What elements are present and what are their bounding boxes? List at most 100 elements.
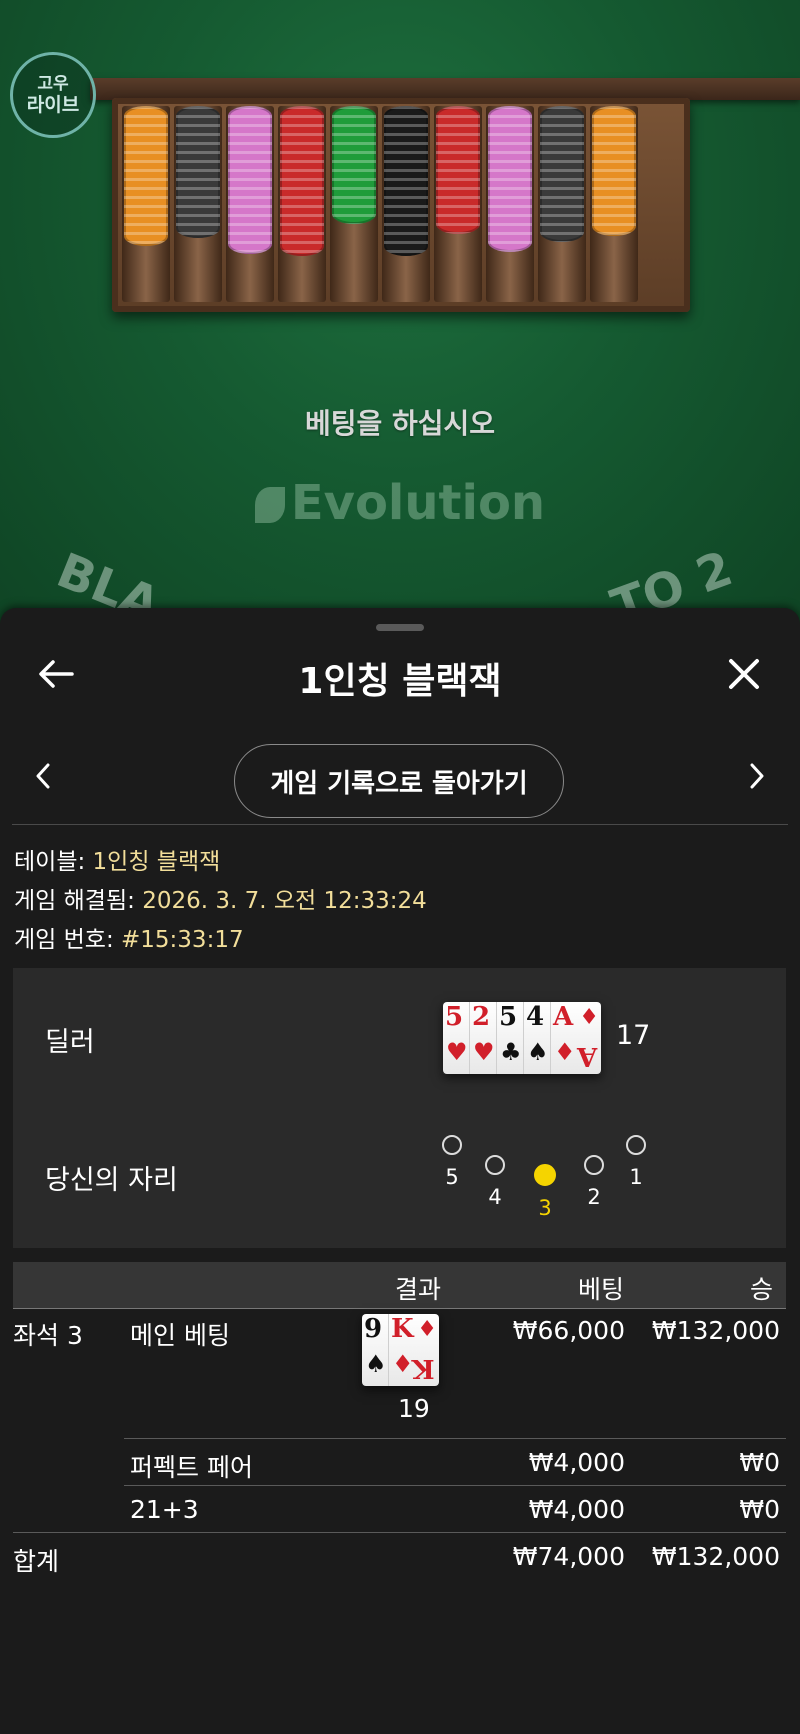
chevron-left-icon: [36, 763, 50, 789]
seat-dot: [626, 1135, 646, 1155]
sheet-drag-handle[interactable]: [376, 624, 424, 631]
chip-slot: [486, 106, 534, 302]
chip-slot: [590, 106, 638, 302]
card-suit: ♣: [500, 1037, 522, 1066]
row-divider: [124, 1485, 786, 1486]
chip-slot: [226, 106, 274, 302]
info-resolved: 게임 해결됨: 2026. 3. 7. 오전 12:33:24: [14, 881, 427, 915]
previous-game-button[interactable]: [28, 756, 58, 796]
card-suit: ♥: [473, 1037, 495, 1066]
card-suit-corner: ♦: [417, 1316, 437, 1342]
logo-text-2: 라이브: [26, 94, 80, 116]
info-game-number-label: 게임 번호:: [14, 927, 114, 953]
card-rank-inverted: A: [576, 1041, 597, 1071]
perfect-pair-label: 퍼펙트 페어: [130, 1453, 253, 1482]
playing-card: 4 ♠: [524, 1002, 551, 1074]
card-rank: A: [553, 1002, 574, 1032]
seat-number: 5: [445, 1165, 459, 1189]
seat-2[interactable]: 2: [574, 1155, 614, 1209]
card-suit: ♠: [527, 1037, 549, 1066]
seat-dot: [584, 1155, 604, 1175]
total-win: ₩132,000: [651, 1542, 780, 1571]
info-game-number-value: #15:33:17: [121, 927, 244, 953]
perfect-pair-bet: ₩4,000: [528, 1448, 625, 1477]
evolution-wordmark: Evolution: [290, 475, 546, 531]
card-suit: ♦: [392, 1349, 414, 1378]
card-suit: ♦: [554, 1037, 576, 1066]
card-rank: 2: [472, 1002, 491, 1032]
card-rank: 5: [499, 1002, 518, 1032]
results-table-header: 결과 베팅 승: [13, 1262, 786, 1309]
chip-stack: [332, 106, 376, 224]
place-bets-text: 베팅을 하십시오: [304, 407, 496, 440]
chip-stack: [124, 106, 168, 246]
perfect-pair-win: ₩0: [739, 1448, 780, 1477]
side-213-label: 21+3: [130, 1495, 199, 1524]
playing-card: 5 ♣: [497, 1002, 524, 1074]
seat-4[interactable]: 4: [475, 1155, 515, 1209]
chip-slot: [382, 106, 430, 302]
chip-stack: [176, 106, 220, 238]
playing-card: 9 ♠: [362, 1314, 389, 1386]
total-label: 합계: [13, 1547, 60, 1576]
seat-number: 1: [629, 1165, 643, 1189]
close-button[interactable]: [724, 654, 764, 694]
player-cards: 9 ♠ K ♦ ♦ K: [362, 1314, 439, 1386]
side-213-win: ₩0: [739, 1495, 780, 1524]
card-rank: 5: [445, 1002, 464, 1032]
card-rank: 4: [526, 1002, 545, 1032]
chip-slot: [538, 106, 586, 302]
dealer-cards: 5 ♥ 2 ♥ 5 ♣ 4 ♠ A ♦ ♦ A: [443, 1002, 601, 1074]
card-suit: ♥: [446, 1037, 468, 1066]
info-resolved-label: 게임 해결됨:: [14, 888, 135, 914]
header-result: 결과: [395, 1275, 442, 1304]
round-summary-panel: 딜러 5 ♥ 2 ♥ 5 ♣ 4 ♠ A ♦ ♦ A 17 당신의 자리 5 4 3 2 1: [13, 968, 786, 1248]
seat-number: 4: [488, 1185, 502, 1209]
playing-card: A ♦ ♦ A: [551, 1002, 601, 1074]
total-bet: ₩74,000: [512, 1542, 625, 1571]
row-divider: [13, 1532, 786, 1533]
back-to-history-button[interactable]: 게임 기록으로 돌아가기: [234, 744, 564, 818]
seat-dot: [442, 1135, 462, 1155]
main-bet-amount: ₩66,000: [512, 1316, 625, 1345]
seat-number: 2: [587, 1185, 601, 1209]
your-seat-label: 당신의 자리: [45, 1165, 178, 1196]
next-game-button[interactable]: [742, 756, 772, 796]
seat-3[interactable]: 3: [525, 1164, 565, 1220]
sheet-title: 1인칭 블랙잭: [298, 661, 502, 702]
chip-stack: [228, 106, 272, 254]
chevron-right-icon: [750, 763, 764, 789]
chip-stack: [384, 106, 428, 256]
chip-stack: [540, 106, 584, 242]
seat-dot-active: [534, 1164, 556, 1186]
brand-logo: 고우 라이브: [10, 52, 96, 138]
dealer-label: 딜러: [45, 1027, 95, 1058]
chip-slot: [174, 106, 222, 302]
table-rail: [90, 78, 800, 100]
card-rank: K: [391, 1314, 414, 1344]
chip-stack: [436, 106, 480, 234]
card-suit-corner: ♦: [579, 1004, 599, 1030]
info-table: 테이블: 1인칭 블랙잭: [14, 842, 220, 876]
divider: [12, 824, 788, 825]
game-history-sheet: 1인칭 블랙잭 게임 기록으로 돌아가기 테이블: 1인칭 블랙잭 게임 해결됨…: [0, 608, 800, 1734]
chip-slot: [278, 106, 326, 302]
card-rank: 9: [364, 1314, 383, 1344]
playing-card: 5 ♥: [443, 1002, 470, 1074]
playing-card: K ♦ ♦ K: [389, 1314, 439, 1386]
chip-slot: [434, 106, 482, 302]
info-resolved-value: 2026. 3. 7. 오전 12:33:24: [142, 888, 427, 914]
header-bet: 베팅: [578, 1275, 625, 1304]
chip-stack: [488, 106, 532, 252]
logo-text-1: 고우: [37, 74, 69, 94]
seat-1[interactable]: 1: [616, 1135, 656, 1189]
main-win-amount: ₩132,000: [651, 1316, 780, 1345]
info-table-value: 1인칭 블랙잭: [92, 849, 221, 875]
card-suit: ♠: [365, 1349, 387, 1378]
seat-5[interactable]: 5: [432, 1135, 472, 1189]
game-table-background: 고우 라이브 베팅을 하십시오 Evolution BLA TO 2: [0, 0, 800, 640]
evolution-leaf-icon: [254, 487, 285, 523]
seat-number: 3: [538, 1196, 552, 1220]
header-win: 승: [750, 1275, 774, 1304]
close-icon: [729, 659, 759, 689]
